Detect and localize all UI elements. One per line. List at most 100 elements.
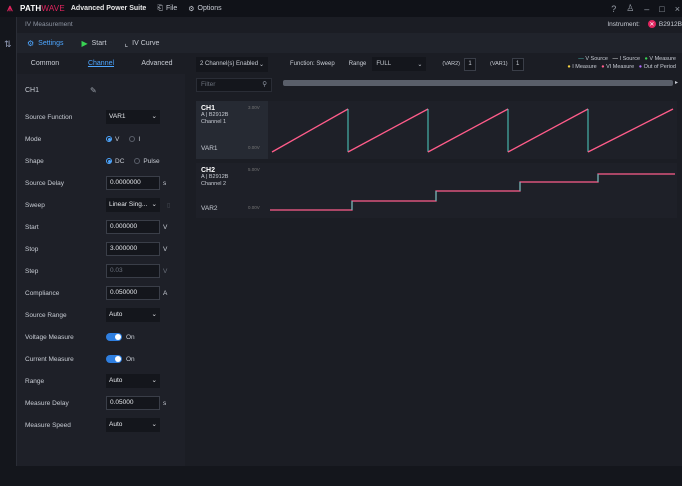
instrument-status[interactable]: Instrument: ✕ B2912B xyxy=(607,20,682,28)
ch1-ramp-4 xyxy=(507,108,589,153)
voltage-measure-toggle[interactable]: On xyxy=(106,333,135,341)
i-source-swatch: — xyxy=(612,56,618,62)
source-range-label: Source Range xyxy=(25,311,67,319)
step-label: Step xyxy=(25,267,39,275)
measure-delay-input[interactable]: 0.05000 xyxy=(106,396,160,410)
var2-input[interactable]: 1 xyxy=(464,57,477,71)
trace-legend: — V Source — I Source ● V Measure ● I Me… xyxy=(567,56,676,70)
ch2-waveform-plot xyxy=(268,163,677,218)
menu-file[interactable]: ⎗ File xyxy=(154,5,177,13)
edit-icon[interactable]: ✎ xyxy=(90,86,97,95)
left-rail: ⇅ xyxy=(0,17,17,486)
v-measure-swatch: ● xyxy=(644,56,648,62)
ch2-info[interactable]: CH2 A | B2912B Channel 2 5.00V 0.00V VAR… xyxy=(196,163,268,218)
voltage-measure-label: Voltage Measure xyxy=(25,333,74,341)
chevron-down-icon: ⌄ xyxy=(151,311,157,318)
function-label: Function: Sweep xyxy=(290,61,335,67)
timeline-scrollbar[interactable] xyxy=(283,80,673,86)
iv-measurement-nav-icon[interactable]: ⇅ xyxy=(4,39,12,50)
app-logo-icon: ⩚ xyxy=(7,3,13,14)
scroll-right-icon[interactable]: ▸ xyxy=(675,79,678,86)
chevron-down-icon: ⌄ xyxy=(417,61,423,68)
range-select[interactable]: Auto ⌄ xyxy=(106,374,160,388)
chevron-down-icon: ⌄ xyxy=(151,201,157,208)
brand-name: PATHWAVE xyxy=(20,4,65,13)
mode-label: Mode xyxy=(25,135,42,143)
sweep-label: Sweep xyxy=(25,201,45,209)
shape-label: Shape xyxy=(25,157,44,165)
sweep-select[interactable]: Linear Sing... ⌄ xyxy=(106,198,160,212)
app-suite-name: Advanced Power Suite xyxy=(70,5,147,12)
minimize-icon[interactable]: – xyxy=(644,4,649,14)
measure-speed-select[interactable]: Auto ⌄ xyxy=(106,418,160,432)
measure-delay-label: Measure Delay xyxy=(25,399,69,407)
shape-pulse-radio[interactable]: Pulse xyxy=(134,158,160,165)
source-delay-unit: s xyxy=(163,179,167,187)
measure-delay-unit: s xyxy=(163,399,167,407)
toolbar: ⚙ Settings ▶ Start ⌞ IV Curve xyxy=(17,33,682,53)
close-icon[interactable]: × xyxy=(675,4,680,14)
ch2-waveform xyxy=(270,173,675,211)
title-bar: ⩚ PATHWAVE Advanced Power Suite ⎗ File ⚙ O… xyxy=(0,0,682,17)
start-button[interactable]: ▶ Start xyxy=(81,39,106,48)
settings-button[interactable]: ⚙ Settings xyxy=(27,39,63,48)
start-unit: V xyxy=(163,223,168,231)
page-title: IV Measurement xyxy=(25,20,73,28)
chevron-down-icon: ⌄ xyxy=(151,421,157,428)
chart-icon: ⌞ xyxy=(124,38,129,48)
chevron-down-icon: ⌄ xyxy=(258,61,264,68)
status-bar xyxy=(0,466,682,486)
range-select-top[interactable]: FULL ⌄ xyxy=(372,57,427,71)
user-icon[interactable]: ♙ xyxy=(626,3,634,14)
maximize-icon[interactable]: □ xyxy=(659,4,664,14)
var2-label: (VAR2) xyxy=(442,61,461,67)
ch1-info[interactable]: CH1 A | B2912B Channel 1 3.00V 0.00V VAR… xyxy=(196,101,268,159)
chevron-down-icon: ⌄ xyxy=(151,377,157,384)
shape-dc-radio[interactable]: DC xyxy=(106,158,124,165)
options-icon: ⚙ xyxy=(188,5,195,13)
channels-enabled-select[interactable]: 2 Channel(s) Enabled ⌄ xyxy=(196,56,268,72)
source-range-select[interactable]: Auto ⌄ xyxy=(106,308,160,322)
range-label: Range xyxy=(25,377,45,385)
window-controls: ? ♙ – □ × xyxy=(601,0,680,17)
iv-curve-button[interactable]: ⌞ IV Curve xyxy=(124,39,159,48)
tab-channel[interactable]: Channel xyxy=(73,55,129,74)
mode-i-radio[interactable]: I xyxy=(129,136,140,143)
info-icon: ▯ xyxy=(167,202,171,209)
source-delay-input[interactable]: 0.0000000 xyxy=(106,176,160,190)
source-function-label: Source Function xyxy=(25,113,73,121)
step-unit: V xyxy=(163,267,168,275)
range-label-top: Range xyxy=(348,61,367,67)
tab-advanced[interactable]: Advanced xyxy=(129,55,185,74)
vi-measure-swatch: ● xyxy=(601,64,605,70)
source-function-select[interactable]: VAR1 ⌄ xyxy=(106,110,160,124)
current-measure-toggle[interactable]: On xyxy=(106,355,135,363)
compliance-label: Compliance xyxy=(25,289,60,297)
tab-common[interactable]: Common xyxy=(17,55,73,74)
timing-controls: 2 Channel(s) Enabled ⌄ Function: Sweep Ra… xyxy=(196,56,524,72)
stop-input[interactable]: 3.000000 xyxy=(106,242,160,256)
menu-options[interactable]: ⚙ Options xyxy=(185,5,221,13)
ch1-ramp-1 xyxy=(271,108,349,153)
sub-header: IV Measurement Instrument: ✕ B2912B xyxy=(17,17,682,31)
out-of-period-swatch: ● xyxy=(638,64,643,70)
measure-speed-label: Measure Speed xyxy=(25,421,71,429)
source-delay-label: Source Delay xyxy=(25,179,65,187)
ch1-waveform xyxy=(271,108,674,153)
disconnected-icon: ✕ xyxy=(647,20,656,28)
channel-filter-input[interactable]: Filter ⚲ xyxy=(196,78,272,92)
search-icon: ⚲ xyxy=(262,81,267,88)
compliance-unit: A xyxy=(163,289,168,297)
compliance-input[interactable]: 0.050000 xyxy=(106,286,160,300)
ch1-ramp-3 xyxy=(427,108,509,153)
var1-input[interactable]: 1 xyxy=(511,57,524,71)
stop-label: Stop xyxy=(25,245,39,253)
ch1-ramp-5 xyxy=(587,108,674,153)
mode-v-radio[interactable]: V xyxy=(106,136,119,143)
start-label: Start xyxy=(25,223,39,231)
current-measure-label: Current Measure xyxy=(25,355,74,363)
help-icon[interactable]: ? xyxy=(611,4,616,14)
ch2-staircase xyxy=(270,173,675,211)
v-source-swatch: — xyxy=(578,56,584,62)
start-input[interactable]: 0.000000 xyxy=(106,220,160,234)
